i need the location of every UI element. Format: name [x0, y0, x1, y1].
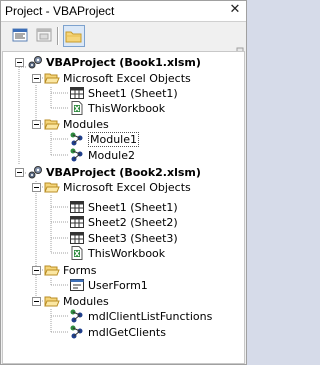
tree-item[interactable]: Module1 — [69, 131, 139, 147]
workbook-icon — [71, 101, 83, 115]
project-explorer-window: Project - VBAProject ✕ VBAProject (Book1… — [0, 0, 247, 365]
vba-project-icon — [28, 166, 42, 179]
folder-open-icon — [44, 265, 60, 276]
item-label: Sheet3 (Sheet3) — [88, 231, 178, 245]
module-icon — [70, 148, 83, 162]
worksheet-icon — [70, 216, 84, 228]
folder-label: Modules — [63, 117, 109, 131]
code-window-icon — [12, 28, 28, 42]
folder-open-icon — [44, 182, 60, 193]
project-label: VBAProject (Book2.xlsm) — [46, 165, 201, 179]
item-label: UserForm1 — [88, 278, 148, 292]
item-label: Module2 — [88, 148, 135, 162]
tree-item[interactable]: Sheet1 (Sheet1) — [69, 85, 178, 101]
tree-item[interactable]: Sheet3 (Sheet3) — [69, 230, 178, 246]
tree-item[interactable]: UserForm1 — [69, 277, 148, 293]
module-icon — [70, 325, 83, 339]
project-node[interactable]: VBAProject (Book1.xlsm) — [27, 54, 201, 70]
item-label: mdlGetClients — [88, 325, 166, 339]
item-label: Module1 — [88, 131, 139, 147]
worksheet-icon — [70, 87, 84, 99]
folder-label: Microsoft Excel Objects — [63, 180, 191, 194]
item-label: ThisWorkbook — [88, 101, 166, 115]
item-label: Sheet2 (Sheet2) — [88, 215, 178, 229]
collapse-toggle[interactable] — [32, 297, 41, 306]
vba-project-icon — [28, 56, 42, 69]
folder-open-icon — [44, 296, 60, 307]
folder-open-icon — [44, 73, 60, 84]
item-label: mdlClientListFunctions — [88, 309, 213, 323]
collapse-toggle[interactable] — [32, 266, 41, 275]
worksheet-icon — [70, 232, 84, 244]
window-title: Project - VBAProject — [5, 4, 115, 18]
folder-label: Forms — [63, 263, 97, 277]
tree-item[interactable]: ThisWorkbook — [69, 100, 165, 116]
worksheet-icon — [70, 201, 84, 213]
collapse-toggle[interactable] — [32, 74, 41, 83]
tree-item[interactable]: Sheet2 (Sheet2) — [69, 214, 178, 230]
tree-item[interactable]: mdlGetClients — [69, 324, 166, 340]
tree-item[interactable]: Sheet1 (Sheet1) — [69, 199, 178, 215]
view-code-button[interactable] — [10, 25, 32, 47]
folder-icon — [65, 31, 82, 43]
tree-item[interactable]: Module2 — [69, 147, 135, 163]
project-tree[interactable]: VBAProject (Book1.xlsm) Microsoft Excel … — [2, 51, 245, 364]
toggle-folders-button[interactable] — [63, 25, 85, 47]
folder-node[interactable]: Modules — [44, 116, 109, 132]
folder-label: Modules — [63, 294, 109, 308]
folder-node[interactable]: Forms — [44, 262, 96, 278]
item-label: Sheet1 (Sheet1) — [88, 200, 178, 214]
folder-node[interactable]: Microsoft Excel Objects — [44, 179, 191, 195]
item-label: Sheet1 (Sheet1) — [88, 86, 178, 100]
object-window-icon — [36, 28, 52, 42]
item-label: ThisWorkbook — [88, 246, 166, 260]
tree-item[interactable]: mdlClientListFunctions — [69, 308, 212, 324]
folder-open-icon — [44, 119, 60, 130]
title-bar[interactable]: Project - VBAProject ✕ — [1, 1, 246, 22]
toolbar-separator — [57, 27, 59, 45]
project-node[interactable]: VBAProject (Book2.xlsm) — [27, 164, 201, 180]
collapse-toggle[interactable] — [15, 58, 24, 67]
userform-icon — [70, 279, 84, 291]
view-object-button[interactable] — [34, 25, 56, 47]
folder-node[interactable]: Microsoft Excel Objects — [44, 70, 191, 86]
workbook-icon — [71, 246, 83, 260]
module-icon — [70, 132, 83, 146]
close-icon[interactable]: ✕ — [228, 3, 242, 17]
toolbar — [1, 22, 246, 64]
collapse-toggle[interactable] — [15, 168, 24, 177]
collapse-toggle[interactable] — [32, 120, 41, 129]
folder-label: Microsoft Excel Objects — [63, 71, 191, 85]
collapse-toggle[interactable] — [32, 183, 41, 192]
module-icon — [70, 309, 83, 323]
project-label: VBAProject (Book1.xlsm) — [46, 55, 201, 69]
tree-item[interactable]: ThisWorkbook — [69, 245, 165, 261]
folder-node[interactable]: Modules — [44, 293, 109, 309]
